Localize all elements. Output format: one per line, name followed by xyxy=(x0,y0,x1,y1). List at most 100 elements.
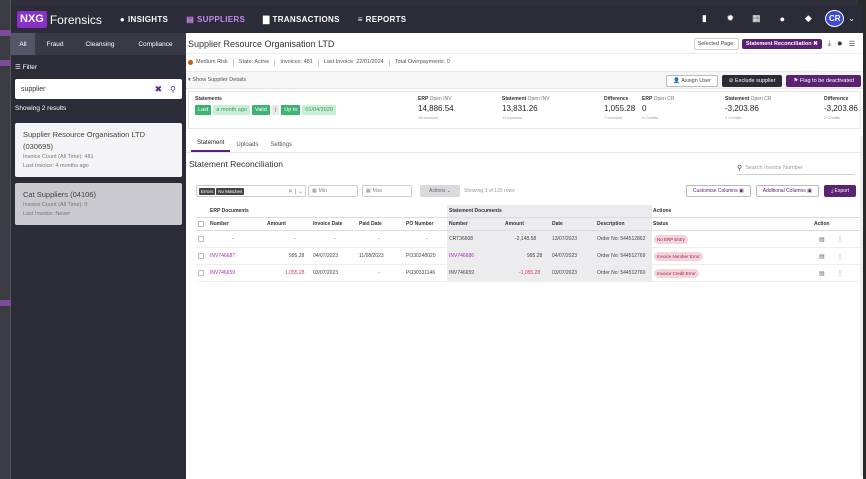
tab-statement[interactable]: Statement xyxy=(191,140,231,152)
table-row[interactable]: INV746687 995.28 04/07/2023 11/08/2023 P… xyxy=(196,248,860,265)
stat-statements-title: Statements xyxy=(195,96,222,102)
actions-select[interactable]: Actions ⌄ xyxy=(420,185,460,197)
logo[interactable]: NXG Forensics xyxy=(17,11,102,28)
tab-fraud[interactable]: Fraud xyxy=(35,33,75,55)
group-statement: Statement Documents xyxy=(447,205,652,217)
help-icon[interactable]: ● xyxy=(769,14,795,24)
export-button[interactable]: ⤓ Export xyxy=(823,185,856,197)
search-icon[interactable]: ⚲ xyxy=(170,85,176,94)
stat-diff2-small: 2 Credits xyxy=(824,115,841,120)
chevron-down-icon[interactable]: ⌄ xyxy=(848,14,855,23)
cell-po-number: PO30331146 xyxy=(406,270,436,276)
stat-erp-cr-value: 0 xyxy=(642,104,647,113)
cell-po-number: - xyxy=(426,236,428,242)
row-detail-icon[interactable]: ▤ xyxy=(819,231,825,247)
col-status[interactable]: Status xyxy=(653,218,668,230)
col-stmt-amount[interactable]: Amount xyxy=(505,218,524,230)
status-badge: No ERP Entry xyxy=(654,234,688,244)
tab-uploads[interactable]: Uploads xyxy=(230,142,264,152)
customise-columns-label: Customise Columns xyxy=(692,188,738,194)
row-detail-icon[interactable]: ▤ xyxy=(819,265,825,281)
stat-erp-inv-value: 14,886.54 xyxy=(418,104,454,113)
table-row[interactable]: INV746659 1,055.28 03/07/2023 - PO303311… xyxy=(196,265,860,282)
supplier-invoices: Invoices: 481 xyxy=(280,59,313,65)
risk-level: Medium Risk xyxy=(196,59,228,65)
status-filter-select[interactable]: Errors No Matches ✕ | ⌄ xyxy=(196,185,306,197)
row-menu-icon[interactable]: ⋮ xyxy=(837,231,843,247)
selected-page-pill[interactable]: Statement Reconciliation ✖ xyxy=(741,39,822,49)
top-icons: ▮ ✹ ▦ ● ◆ CR ⌄ xyxy=(691,10,855,27)
nav-insights-label: INSIGHTS xyxy=(128,15,169,24)
nav-transactions-label: TRANSACTIONS xyxy=(272,15,340,24)
supplier-search-value: supplier xyxy=(21,85,46,93)
group-actions: Actions xyxy=(653,208,672,214)
stat-diff2-value: -3,203.86 xyxy=(824,104,858,113)
row-detail-icon[interactable]: ▤ xyxy=(819,248,825,264)
clear-icon[interactable]: ✖ xyxy=(155,84,163,95)
logo-mark: NXG xyxy=(17,11,47,28)
supplier-search-input[interactable]: supplier ✖ ⚲ xyxy=(15,79,182,99)
list-icon[interactable]: ☰ xyxy=(849,40,855,48)
column-buttons: Customise Columns ▣ Additional Columns ▣… xyxy=(685,185,856,197)
flag-deactivate-button[interactable]: ⚑ Flag to be deactivated xyxy=(786,75,861,87)
table-row[interactable]: - - - - - CRT36608 -2,148.58 13/07/2023 … xyxy=(196,231,860,248)
col-date[interactable]: Date xyxy=(552,218,563,230)
supplier-title: Supplier Resource Organisation LTD xyxy=(188,39,335,49)
reconciliation-table: ERP Documents Statement Documents Action… xyxy=(196,205,860,282)
actions-select-label: Actions xyxy=(429,188,446,194)
download-icon[interactable]: ⤓ xyxy=(828,40,831,48)
chat-icon[interactable]: ◆ xyxy=(795,13,821,24)
gear-icon[interactable]: ✹ xyxy=(717,13,743,24)
supplier-card-1[interactable]: Cat Suppliers (04106) Invoice Count (All… xyxy=(15,183,182,225)
nav-transactions[interactable]: ▇ TRANSACTIONS xyxy=(263,15,340,24)
row-menu-icon[interactable]: ⋮ xyxy=(837,265,843,281)
select-all-checkbox[interactable] xyxy=(198,221,204,227)
cell-erp-number[interactable]: INV746687 xyxy=(210,248,235,264)
row-checkbox[interactable] xyxy=(198,270,204,276)
filter-tag-no-matches[interactable]: No Matches xyxy=(216,187,245,195)
avatar[interactable]: CR xyxy=(825,10,845,27)
table-filters: Errors No Matches ✕ | ⌄ ▦ Min ▦ Max Action… xyxy=(196,185,856,201)
clear-filter-icon[interactable]: ✕ | ⌄ xyxy=(288,188,303,195)
max-amount-input[interactable]: ▦ Max xyxy=(362,185,412,197)
row-menu-icon[interactable]: ⋮ xyxy=(837,248,843,264)
tab-compliance[interactable]: Compliance xyxy=(125,33,186,55)
exclude-supplier-button[interactable]: ⊘ Exclude supplier xyxy=(721,75,783,87)
chip-month: a month ago xyxy=(213,105,250,115)
export-label: Export xyxy=(834,188,849,194)
nav-reports[interactable]: ≡ REPORTS xyxy=(358,15,407,24)
customise-columns-button[interactable]: Customise Columns ▣ xyxy=(685,185,751,197)
table-group-header: ERP Documents Statement Documents Action… xyxy=(196,205,860,218)
cell-stmt-number[interactable]: INV746686 xyxy=(449,248,474,264)
col-description[interactable]: Description xyxy=(597,218,625,230)
col-paid-date[interactable]: Paid Date xyxy=(359,218,382,230)
col-erp-number[interactable]: Number xyxy=(210,218,229,230)
invoice-search-input[interactable]: ⚲ Search Invoice Number xyxy=(737,162,855,175)
cell-stmt-amount: -1,055.28 xyxy=(519,270,541,276)
cell-invoice-date: - xyxy=(334,236,336,242)
show-details-link[interactable]: ▾ Show Supplier Details xyxy=(188,77,246,83)
nav-insights[interactable]: ● INSIGHTS xyxy=(120,15,168,24)
tab-cleansing[interactable]: Cleansing xyxy=(75,33,125,55)
gear-icon[interactable]: ✹ xyxy=(837,40,843,48)
col-po-number[interactable]: PO Number xyxy=(406,218,434,230)
file-icon[interactable]: ▮ xyxy=(691,13,717,24)
min-amount-input[interactable]: ▦ Min xyxy=(308,185,358,197)
nav-suppliers[interactable]: ▤ SUPPLIERS xyxy=(186,15,245,24)
cell-erp-number[interactable]: INV746659 xyxy=(210,265,235,281)
scrollbar[interactable] xyxy=(860,136,863,476)
row-checkbox[interactable] xyxy=(198,236,204,242)
supplier-card-0[interactable]: Supplier Resource Organisation LTD (0306… xyxy=(15,123,182,177)
supplier-actions: 👤 Assign User ⊘ Exclude supplier ⚑ Flag … xyxy=(666,75,861,87)
col-erp-amount[interactable]: Amount xyxy=(267,218,286,230)
selected-page-value: Statement Reconciliation xyxy=(745,41,812,47)
tab-all[interactable]: All xyxy=(11,33,35,55)
tab-settings[interactable]: Settings xyxy=(264,142,298,152)
row-checkbox[interactable] xyxy=(198,253,204,259)
filter-tag-errors[interactable]: Errors xyxy=(199,187,216,195)
col-invoice-date[interactable]: Invoice Date xyxy=(313,218,342,230)
rows-showing: Showing 3 of 135 rows xyxy=(464,188,515,194)
grid-icon[interactable]: ▦ xyxy=(743,13,769,24)
additional-columns-button[interactable]: Additional Columns ▣ xyxy=(755,185,819,197)
assign-user-button[interactable]: 👤 Assign User xyxy=(666,75,718,87)
